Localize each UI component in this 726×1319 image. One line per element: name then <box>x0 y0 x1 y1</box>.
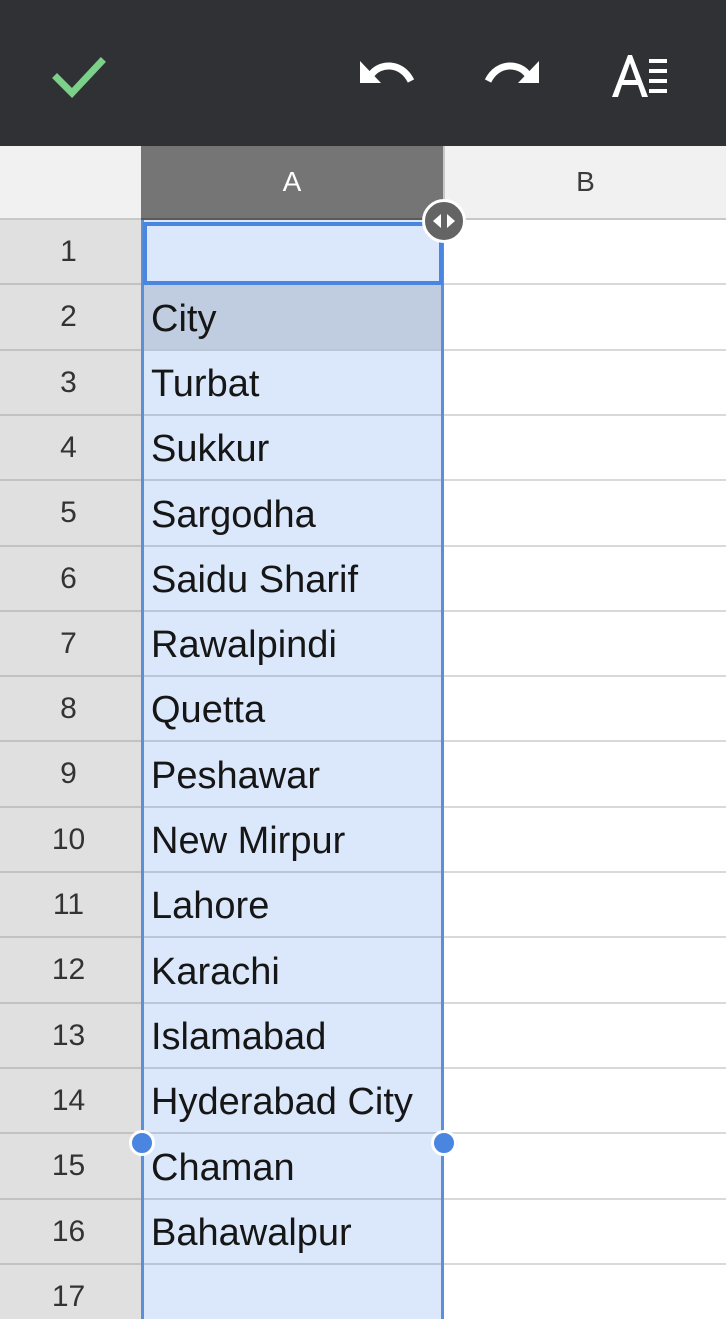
cell-b[interactable] <box>444 1134 726 1200</box>
cell-a[interactable]: Rawalpindi <box>143 612 442 677</box>
text-format-button[interactable] <box>601 38 677 114</box>
cell-a[interactable]: New Mirpur <box>143 808 442 873</box>
row-header[interactable]: 7 <box>0 612 141 677</box>
cell-a[interactable]: Sukkur <box>143 416 442 481</box>
cell-a[interactable] <box>143 1265 442 1319</box>
spreadsheet-grid: A B 1 2 City 3 Turbat 4 Sukkur 5 Sargodha 6 Saidu … <box>0 146 726 1319</box>
cell-a[interactable]: Lahore <box>143 873 442 938</box>
select-all-corner[interactable] <box>0 146 141 220</box>
resize-arrows-icon <box>433 214 455 228</box>
selection-drag-handle-left[interactable] <box>129 1130 155 1156</box>
row-header[interactable]: 15 <box>0 1134 141 1200</box>
row-header[interactable]: 2 <box>0 285 141 351</box>
cell-b[interactable] <box>444 677 726 742</box>
row-header[interactable]: 3 <box>0 351 141 416</box>
cell-b[interactable] <box>444 938 726 1004</box>
cell-b[interactable] <box>444 547 726 612</box>
cell-b[interactable] <box>444 481 726 547</box>
cell-a[interactable]: Quetta <box>143 677 442 742</box>
row-header[interactable]: 10 <box>0 808 141 873</box>
cell-b[interactable] <box>444 1200 726 1265</box>
row-header[interactable]: 16 <box>0 1200 141 1265</box>
row-header[interactable]: 13 <box>0 1004 141 1069</box>
row-header[interactable]: 17 <box>0 1265 141 1319</box>
cell-a[interactable]: Chaman <box>143 1134 442 1200</box>
row-header[interactable]: 1 <box>0 220 141 285</box>
row-header[interactable]: 12 <box>0 938 141 1004</box>
row-header[interactable]: 6 <box>0 547 141 612</box>
row-header[interactable]: 4 <box>0 416 141 481</box>
cell-a[interactable]: City <box>143 285 442 351</box>
column-resize-handle[interactable] <box>422 199 466 243</box>
row-header[interactable]: 11 <box>0 873 141 938</box>
cell-b[interactable] <box>444 351 726 416</box>
cell-a[interactable]: Peshawar <box>143 742 442 808</box>
redo-button[interactable] <box>474 38 550 114</box>
cell-a[interactable]: Saidu Sharif <box>143 547 442 612</box>
column-header-a[interactable]: A <box>141 146 443 220</box>
cell-a[interactable]: Sargodha <box>143 481 442 547</box>
cell-b[interactable] <box>444 612 726 677</box>
cell-b[interactable] <box>444 873 726 938</box>
row-header[interactable]: 8 <box>0 677 141 742</box>
column-header-b[interactable]: B <box>443 146 726 220</box>
cell-a[interactable]: Islamabad <box>143 1004 442 1069</box>
text-format-icon <box>612 55 667 97</box>
cell-b[interactable] <box>444 1265 726 1319</box>
undo-icon <box>360 61 415 83</box>
selection-drag-handle-right[interactable] <box>431 1130 457 1156</box>
cell-b[interactable] <box>444 742 726 808</box>
redo-icon <box>484 61 539 83</box>
cell-b[interactable] <box>444 220 726 285</box>
cell-b[interactable] <box>444 416 726 481</box>
done-button[interactable] <box>41 38 117 114</box>
row-header[interactable]: 5 <box>0 481 141 547</box>
undo-button[interactable] <box>349 38 425 114</box>
cell-a[interactable]: Bahawalpur <box>143 1200 442 1265</box>
row-header[interactable]: 9 <box>0 742 141 808</box>
cell-a[interactable]: Turbat <box>143 351 442 416</box>
row-header[interactable]: 14 <box>0 1069 141 1134</box>
cell-b[interactable] <box>444 285 726 351</box>
cell-a[interactable]: Hyderabad City <box>143 1069 442 1134</box>
cell-b[interactable] <box>444 1004 726 1069</box>
cell-a[interactable]: Karachi <box>143 938 442 1004</box>
cell-b[interactable] <box>444 1069 726 1134</box>
top-toolbar <box>0 0 726 146</box>
cell-b[interactable] <box>444 808 726 873</box>
check-icon <box>52 57 106 99</box>
active-cell-outline[interactable] <box>143 222 443 285</box>
